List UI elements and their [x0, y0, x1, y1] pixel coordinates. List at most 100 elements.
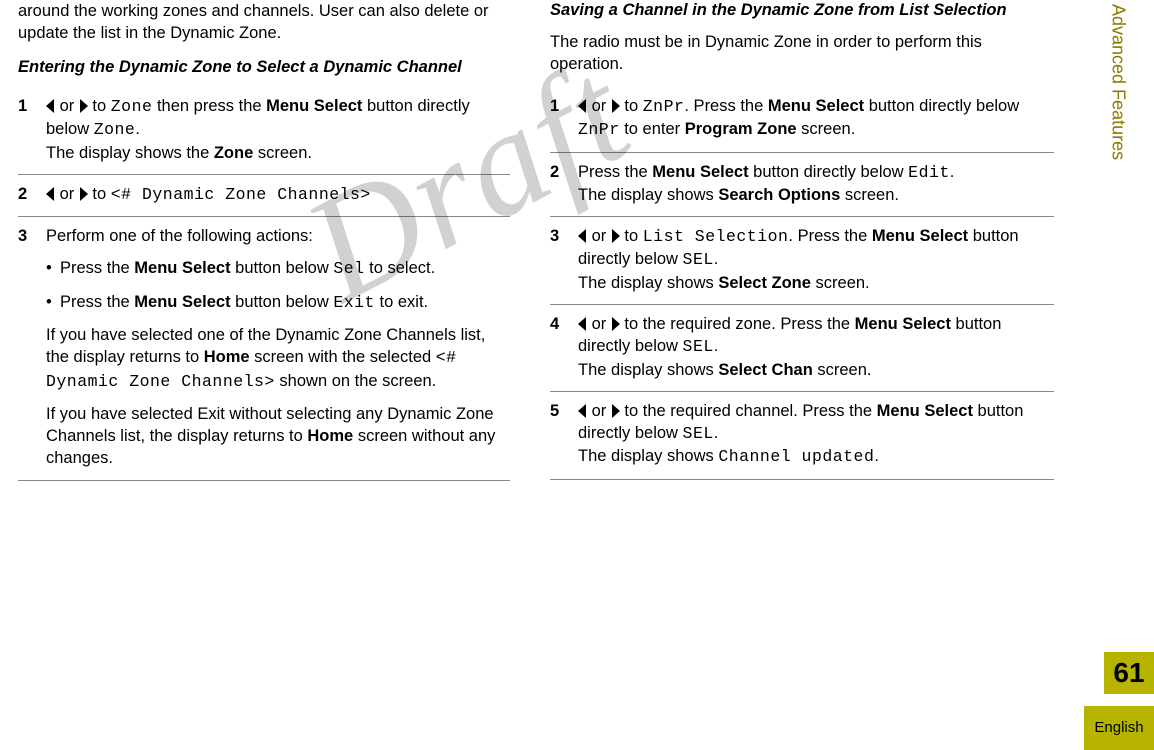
- right-arrow-icon: [612, 317, 620, 331]
- left-arrow-icon: [578, 404, 586, 418]
- text: .: [950, 163, 955, 181]
- right-column: Saving a Channel in the Dynamic Zone fro…: [540, 0, 1062, 481]
- step-body: or to List Selection. Press the Menu Sel…: [578, 225, 1054, 294]
- text: then press the: [152, 97, 266, 115]
- right-arrow-icon: [80, 99, 88, 113]
- bold-text: Select Chan: [718, 361, 812, 379]
- right-arrow-icon: [80, 187, 88, 201]
- text: The display shows: [578, 361, 718, 379]
- code-text: <# Dynamic Zone Channels>: [111, 185, 371, 204]
- code-text: Sel: [333, 259, 364, 278]
- left-step-1: 1 or to Zone then press the Menu Select …: [18, 87, 510, 175]
- step-number: 2: [18, 183, 46, 206]
- list-item: Press the Menu Select button below Exit …: [46, 291, 510, 314]
- text: screen with the selected: [250, 348, 436, 366]
- text: button below: [231, 293, 334, 311]
- step-body: Press the Menu Select button directly be…: [578, 161, 1054, 207]
- text: . Press the: [788, 227, 871, 245]
- left-arrow-icon: [46, 187, 54, 201]
- right-step-2: 2 Press the Menu Select button directly …: [550, 153, 1054, 218]
- text: to the required zone. Press the: [620, 315, 855, 333]
- text: screen.: [797, 120, 856, 138]
- left-arrow-icon: [578, 229, 586, 243]
- text: to: [88, 185, 111, 203]
- text: to exit.: [375, 293, 428, 311]
- bold-text: Menu Select: [266, 97, 362, 115]
- right-sidebar: Advanced Features: [1092, 0, 1142, 750]
- text: The display shows: [578, 447, 718, 465]
- right-step-5: 5 or to the required channel. Press the …: [550, 392, 1054, 480]
- text: Press the: [578, 163, 652, 181]
- text: screen.: [840, 186, 899, 204]
- step-body: or to the required zone. Press the Menu …: [578, 313, 1054, 381]
- left-arrow-icon: [46, 99, 54, 113]
- step-body: or to <# Dynamic Zone Channels>: [46, 183, 510, 206]
- step-number: 1: [550, 95, 578, 142]
- bold-text: Menu Select: [134, 293, 230, 311]
- left-step-3: 3 Perform one of the following actions: …: [18, 217, 510, 480]
- code-text: SEL: [683, 424, 714, 443]
- bold-text: Program Zone: [685, 120, 797, 138]
- text: .: [135, 120, 140, 138]
- page-content: around the working zones and channels. U…: [0, 0, 1080, 481]
- text: to select.: [365, 259, 436, 277]
- text: The display shows: [578, 186, 718, 204]
- code-text: Exit: [333, 293, 375, 312]
- text: screen.: [253, 144, 312, 162]
- bold-text: Select Zone: [718, 274, 811, 292]
- text: button below: [231, 259, 334, 277]
- right-intro: The radio must be in Dynamic Zone in ord…: [550, 31, 1054, 76]
- step-number: 4: [550, 313, 578, 381]
- text: or: [55, 97, 79, 115]
- text: screen.: [813, 361, 872, 379]
- bold-text: Menu Select: [652, 163, 748, 181]
- text: The display shows: [578, 274, 718, 292]
- bold-text: Menu Select: [877, 402, 973, 420]
- text: to: [620, 97, 643, 115]
- right-arrow-icon: [612, 99, 620, 113]
- text: Press the: [60, 259, 134, 277]
- code-text: Zone: [111, 97, 153, 116]
- text: shown on the screen.: [275, 372, 436, 390]
- code-text: ZnPr: [643, 97, 685, 116]
- text: . Press the: [684, 97, 767, 115]
- left-column: around the working zones and channels. U…: [18, 0, 540, 481]
- code-text: ZnPr: [578, 120, 620, 139]
- text: or: [587, 227, 611, 245]
- step-body: or to Zone then press the Menu Select bu…: [46, 95, 510, 164]
- text: or: [587, 315, 611, 333]
- step-number: 5: [550, 400, 578, 469]
- step-body: or to the required channel. Press the Me…: [578, 400, 1054, 469]
- step-number: 2: [550, 161, 578, 207]
- page-number: 61: [1104, 652, 1154, 694]
- code-text: List Selection: [643, 227, 789, 246]
- text: or: [587, 402, 611, 420]
- text: .: [714, 337, 719, 355]
- right-step-1: 1 or to ZnPr. Press the Menu Select butt…: [550, 87, 1054, 153]
- bold-text: Menu Select: [872, 227, 968, 245]
- bold-text: Home: [307, 427, 353, 445]
- text: .: [714, 424, 719, 442]
- right-subhead: Saving a Channel in the Dynamic Zone fro…: [550, 0, 1054, 21]
- bullet-list: Press the Menu Select button below Sel t…: [46, 257, 510, 314]
- language-label: English: [1084, 706, 1154, 750]
- step-number: 3: [18, 225, 46, 469]
- text: to the required channel. Press the: [620, 402, 877, 420]
- left-arrow-icon: [578, 99, 586, 113]
- section-label-vertical: Advanced Features: [1092, 0, 1130, 160]
- bold-text: Zone: [214, 144, 253, 162]
- text: .: [714, 250, 719, 268]
- text: screen.: [811, 274, 870, 292]
- bold-text: Menu Select: [768, 97, 864, 115]
- code-text: Edit: [908, 163, 950, 182]
- text: to: [88, 97, 111, 115]
- text: Press the: [60, 293, 134, 311]
- step-body: or to ZnPr. Press the Menu Select button…: [578, 95, 1054, 142]
- bold-text: Menu Select: [134, 259, 230, 277]
- left-subhead: Entering the Dynamic Zone to Select a Dy…: [18, 57, 510, 78]
- bold-text: Home: [204, 348, 250, 366]
- code-text: Zone: [94, 120, 136, 139]
- step-number: 3: [550, 225, 578, 294]
- list-item: Press the Menu Select button below Sel t…: [46, 257, 510, 280]
- text: button directly below: [749, 163, 909, 181]
